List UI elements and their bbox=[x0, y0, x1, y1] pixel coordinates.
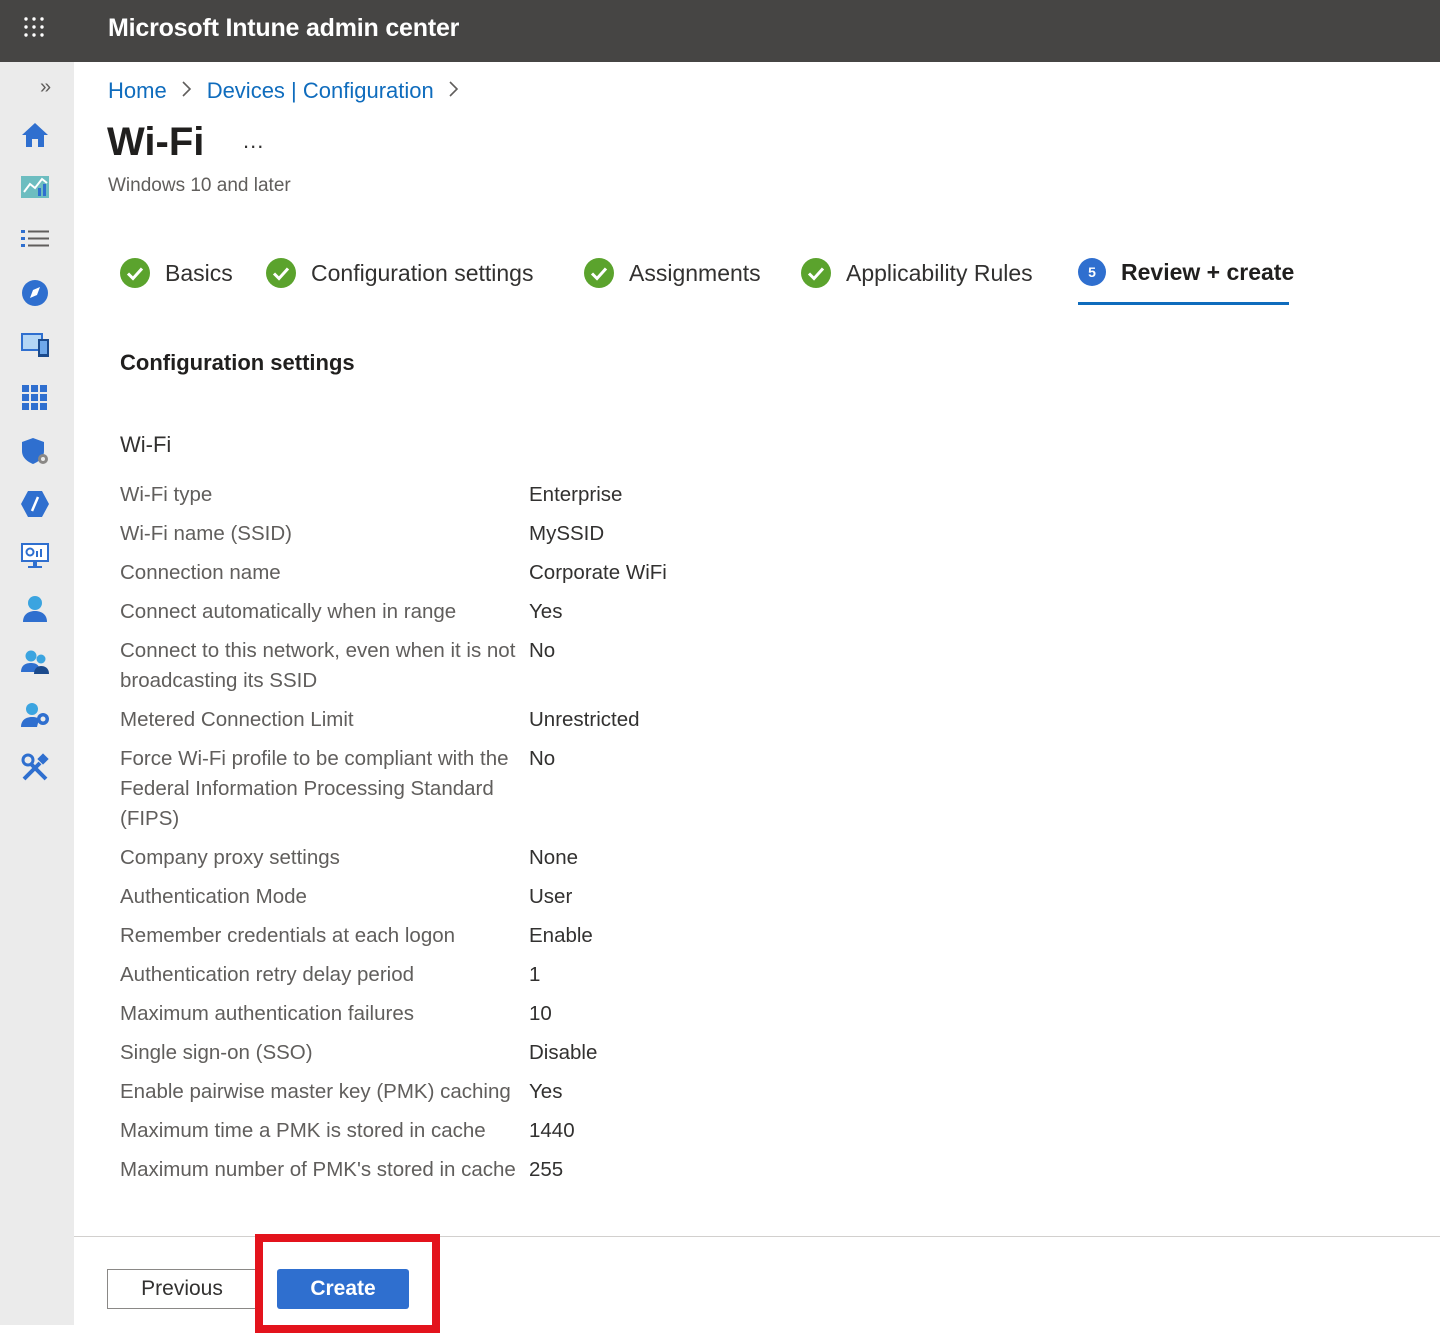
chevron-right-icon bbox=[181, 78, 193, 104]
more-actions-button[interactable]: ... bbox=[243, 128, 264, 154]
monitor-icon[interactable] bbox=[18, 539, 52, 573]
setting-value: Disable bbox=[529, 1041, 598, 1064]
groups-icon[interactable] bbox=[18, 645, 52, 679]
setting-value: 10 bbox=[529, 1002, 552, 1025]
tenant-admin-icon[interactable] bbox=[18, 698, 52, 732]
expand-nav-button[interactable]: » bbox=[40, 76, 51, 99]
setting-row: Connection name Corporate WiFi bbox=[120, 558, 1020, 588]
step-label: Review + create bbox=[1121, 258, 1295, 285]
setting-key: Enable pairwise master key (PMK) caching bbox=[120, 1080, 511, 1103]
setting-value: No bbox=[529, 747, 556, 770]
breadcrumb: Home Devices | Configuration bbox=[108, 78, 474, 104]
step-label: Applicability Rules bbox=[846, 259, 1033, 286]
devices-icon[interactable] bbox=[18, 328, 52, 362]
step-assignments[interactable]: Assignments bbox=[584, 258, 761, 288]
setting-key: Wi-Fi name (SSID) bbox=[120, 522, 292, 545]
step-label: Assignments bbox=[629, 259, 761, 286]
setting-key: Wi-Fi type bbox=[120, 483, 213, 506]
step-label: Basics bbox=[165, 259, 233, 286]
step-applicability-rules[interactable]: Applicability Rules bbox=[801, 258, 1033, 288]
setting-value: Yes bbox=[529, 600, 563, 623]
setting-key: Metered Connection Limit bbox=[120, 708, 354, 731]
endpoint-security-icon[interactable] bbox=[18, 434, 52, 468]
group-title: Wi-Fi bbox=[120, 432, 172, 457]
app-launcher-icon[interactable] bbox=[22, 15, 46, 39]
setting-row: Maximum authentication failures 10 bbox=[120, 999, 1020, 1029]
step-basics[interactable]: Basics bbox=[120, 258, 233, 288]
setting-value: Unrestricted bbox=[529, 708, 640, 731]
settings-list: Wi-Fi type Enterprise Wi-Fi name (SSID) My… bbox=[120, 480, 1020, 1194]
setting-row: Maximum number of PMK's stored in cache 2… bbox=[120, 1155, 1020, 1185]
setting-row: Authentication retry delay period 1 bbox=[120, 960, 1020, 990]
favorites-icon[interactable] bbox=[18, 276, 52, 310]
setting-value: 1 bbox=[529, 963, 541, 986]
step-label: Configuration settings bbox=[311, 259, 534, 286]
apps-icon[interactable] bbox=[18, 381, 52, 415]
setting-key: Maximum authentication failures bbox=[120, 1002, 414, 1025]
step-configuration-settings[interactable]: Configuration settings bbox=[266, 258, 533, 288]
setting-key: Connect to this network, even when it is… bbox=[120, 639, 516, 692]
setting-key: Connect automatically when in range bbox=[120, 600, 457, 623]
section-title: Configuration settings bbox=[120, 350, 355, 375]
setting-row: Authentication Mode User bbox=[120, 882, 1020, 912]
setting-value: No bbox=[529, 639, 556, 662]
breadcrumb-devices-configuration[interactable]: Devices | Configuration bbox=[207, 78, 434, 104]
setting-row: Enable pairwise master key (PMK) caching… bbox=[120, 1077, 1020, 1107]
step-number: 5 bbox=[1088, 264, 1096, 280]
setting-row: Force Wi-Fi profile to be compliant with… bbox=[120, 744, 1020, 834]
setting-value: 255 bbox=[529, 1158, 564, 1181]
reports-icon[interactable] bbox=[18, 487, 52, 521]
all-services-icon[interactable] bbox=[18, 223, 52, 257]
home-icon[interactable] bbox=[18, 118, 52, 152]
setting-key: Connection name bbox=[120, 561, 281, 584]
setting-row: Remember credentials at each logon Enable bbox=[120, 921, 1020, 951]
setting-row: Wi-Fi name (SSID) MySSID bbox=[120, 519, 1020, 549]
create-button[interactable]: Create bbox=[277, 1269, 409, 1309]
chevron-right-icon bbox=[448, 78, 460, 104]
setting-row: Connect automatically when in range Yes bbox=[120, 597, 1020, 627]
users-icon[interactable] bbox=[18, 592, 52, 626]
step-review-create[interactable]: 5 Review + create bbox=[1078, 258, 1294, 286]
left-nav-rail: » bbox=[0, 62, 74, 1325]
setting-row: Company proxy settings None bbox=[120, 843, 1020, 873]
setting-key: Maximum time a PMK is stored in cache bbox=[120, 1119, 486, 1142]
checkmark-circle-icon bbox=[801, 258, 831, 288]
setting-row: Connect to this network, even when it is… bbox=[120, 636, 1020, 696]
setting-key: Authentication Mode bbox=[120, 885, 307, 908]
setting-value: Enterprise bbox=[529, 483, 623, 506]
checkmark-circle-icon bbox=[266, 258, 296, 288]
setting-row: Metered Connection Limit Unrestricted bbox=[120, 705, 1020, 735]
setting-row: Wi-Fi type Enterprise bbox=[120, 480, 1020, 510]
checkmark-circle-icon bbox=[120, 258, 150, 288]
breadcrumb-home[interactable]: Home bbox=[108, 78, 167, 104]
top-bar: Microsoft Intune admin center bbox=[0, 0, 1440, 62]
checkmark-circle-icon bbox=[584, 258, 614, 288]
setting-row: Single sign-on (SSO) Disable bbox=[120, 1038, 1020, 1068]
setting-value: MySSID bbox=[529, 522, 605, 545]
setting-value: User bbox=[529, 885, 573, 908]
active-step-underline bbox=[1078, 302, 1289, 305]
setting-value: Enable bbox=[529, 924, 593, 947]
previous-button[interactable]: Previous bbox=[107, 1269, 257, 1309]
page-subtitle: Windows 10 and later bbox=[108, 175, 291, 196]
setting-key: Authentication retry delay period bbox=[120, 963, 415, 986]
setting-key: Company proxy settings bbox=[120, 846, 340, 869]
setting-key: Force Wi-Fi profile to be compliant with… bbox=[120, 747, 509, 830]
setting-value: Yes bbox=[529, 1080, 563, 1103]
setting-value: 1440 bbox=[529, 1119, 575, 1142]
setting-key: Maximum number of PMK's stored in cache bbox=[120, 1158, 516, 1181]
troubleshooting-icon[interactable] bbox=[18, 751, 52, 785]
setting-value: None bbox=[529, 846, 579, 869]
setting-value: Corporate WiFi bbox=[529, 561, 667, 584]
setting-key: Single sign-on (SSO) bbox=[120, 1041, 313, 1064]
step-number-badge: 5 bbox=[1078, 258, 1106, 286]
page-title: Wi-Fi bbox=[107, 120, 205, 164]
app-title[interactable]: Microsoft Intune admin center bbox=[108, 14, 459, 43]
dashboard-icon[interactable] bbox=[18, 170, 52, 204]
setting-key: Remember credentials at each logon bbox=[120, 924, 456, 947]
setting-row: Maximum time a PMK is stored in cache 144… bbox=[120, 1116, 1020, 1146]
